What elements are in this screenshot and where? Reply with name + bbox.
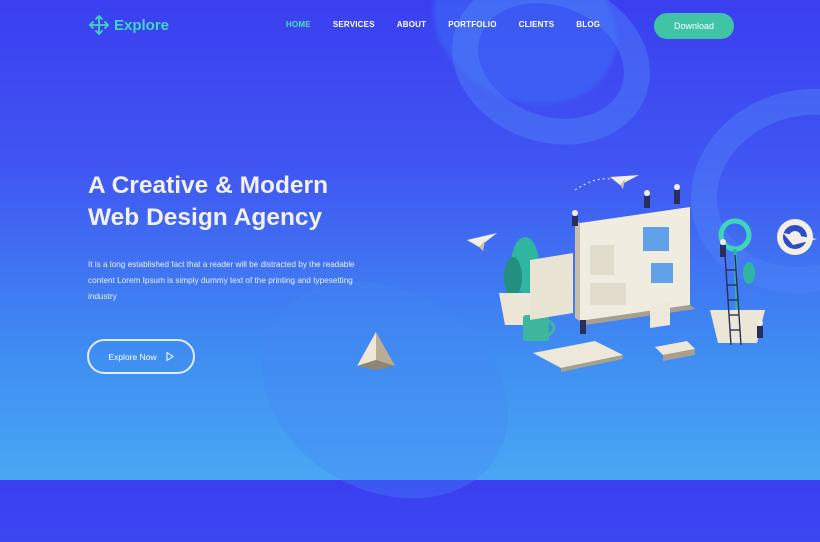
- move-arrows-icon: [89, 15, 109, 35]
- download-button[interactable]: Download: [654, 13, 734, 39]
- nav-item-about[interactable]: ABOUT: [397, 20, 426, 29]
- nav-item-home[interactable]: HOME: [286, 20, 311, 29]
- hero-title-line: Web Design Agency: [88, 204, 323, 231]
- explore-now-button[interactable]: Explore Now: [87, 339, 195, 374]
- triangle-icon: [357, 332, 395, 370]
- isometric-web-design-illustration: [467, 175, 817, 372]
- main-nav: HOME SERVICES ABOUT PORTFOLIO CLIENTS BL…: [286, 20, 600, 29]
- nav-item-services[interactable]: SERVICES: [333, 20, 375, 29]
- nav-item-portfolio[interactable]: PORTFOLIO: [448, 20, 496, 29]
- explore-now-label: Explore Now: [108, 351, 157, 362]
- monitor-icon: [575, 207, 695, 325]
- nav-item-clients[interactable]: CLIENTS: [519, 20, 555, 29]
- hero-title: A Creative & Modern Web Design Agency: [88, 170, 408, 234]
- paper-plane-icon: [610, 175, 639, 189]
- mug-icon: [523, 315, 556, 341]
- nav-item-blog[interactable]: BLOG: [576, 20, 600, 29]
- paper-plane-icon: [467, 233, 497, 251]
- target-icon: [777, 219, 817, 255]
- brand-name: Explore: [114, 16, 170, 34]
- site-header: Explore HOME SERVICES ABOUT PORTFOLIO CL…: [0, 0, 820, 52]
- logo[interactable]: Explore: [88, 14, 169, 36]
- hero-title-line: A Creative & Modern: [88, 172, 329, 199]
- play-icon: [166, 352, 174, 361]
- hero-description: It is a long established fact that a rea…: [88, 260, 355, 301]
